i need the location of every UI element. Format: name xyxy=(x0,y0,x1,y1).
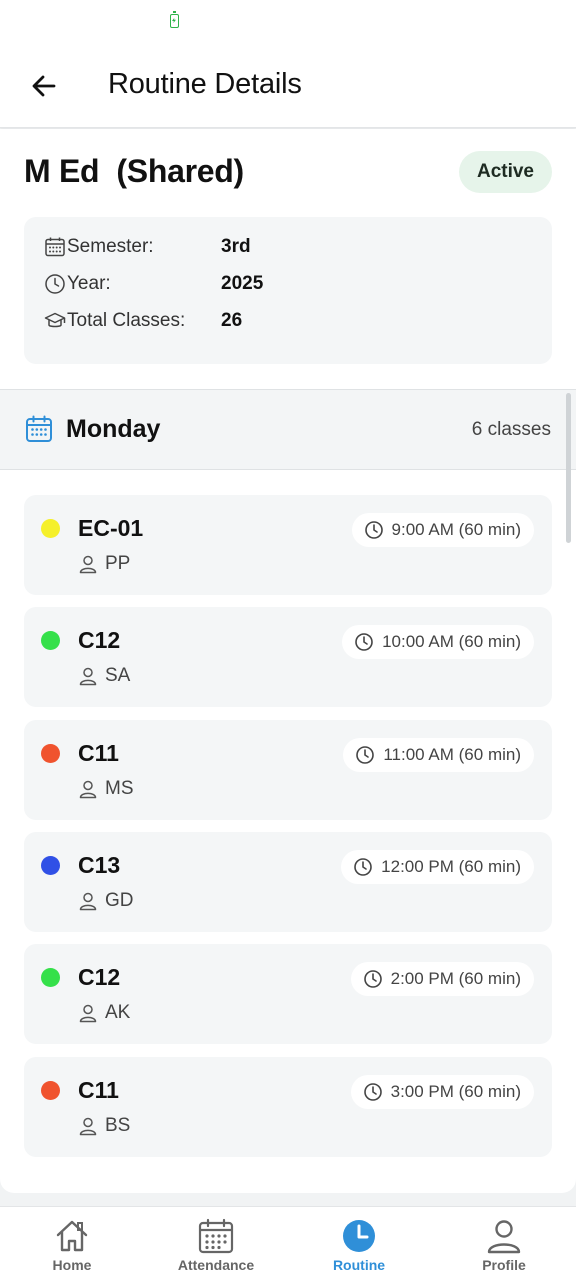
teacher-initials: BS xyxy=(105,1115,131,1136)
year-label: Year: xyxy=(67,273,111,294)
semester-value: 3rd xyxy=(221,236,251,257)
day-header[interactable]: Monday 6 classes xyxy=(0,390,576,470)
nav-label: Routine xyxy=(332,1257,386,1273)
nav-label: Home xyxy=(52,1257,92,1273)
teacher: BS xyxy=(78,1115,130,1137)
semester-label: Semester: xyxy=(67,236,154,257)
time-pill: 11:00 AM (60 min) xyxy=(343,738,534,772)
class-code: C11 xyxy=(78,1077,119,1103)
scrollbar[interactable] xyxy=(566,393,571,543)
class-card[interactable]: C12 AK 2:00 PM (60 min) xyxy=(24,944,552,1044)
person-icon xyxy=(78,891,98,911)
clock-icon xyxy=(340,1217,378,1255)
class-card[interactable]: C13 GD 12:00 PM (60 min) xyxy=(24,832,552,932)
class-time: 10:00 AM (60 min) xyxy=(382,632,521,651)
teacher-initials: AK xyxy=(105,1002,131,1023)
clock-icon xyxy=(353,857,373,877)
total-classes-label: Total Classes: xyxy=(67,310,186,331)
graduation-cap-icon xyxy=(44,310,66,332)
class-color-dot xyxy=(41,519,60,538)
time-pill: 12:00 PM (60 min) xyxy=(341,850,534,884)
routine-content: M Ed (Shared) Active Semester: 3rd Year:… xyxy=(0,129,576,1193)
clock-icon xyxy=(354,632,374,652)
class-code: C12 xyxy=(78,964,121,990)
status-bar xyxy=(0,0,576,44)
routine-name: M Ed (Shared) xyxy=(24,153,244,189)
class-time: 12:00 PM (60 min) xyxy=(381,857,521,876)
clock-icon xyxy=(355,745,375,765)
class-code: C11 xyxy=(78,740,119,766)
teacher: PP xyxy=(78,553,130,575)
battery-icon xyxy=(170,11,179,28)
time-pill: 3:00 PM (60 min) xyxy=(350,1075,534,1109)
calendar-icon xyxy=(44,236,66,258)
class-color-dot xyxy=(41,744,60,763)
page-title: Routine Details xyxy=(108,68,302,100)
nav-label: Attendance xyxy=(177,1257,255,1273)
nav-home[interactable]: Home xyxy=(0,1207,144,1280)
class-color-dot xyxy=(41,631,60,650)
teacher: GD xyxy=(78,890,134,912)
year-value: 2025 xyxy=(221,273,264,294)
class-time: 3:00 PM (60 min) xyxy=(390,1082,521,1101)
home-icon xyxy=(53,1217,91,1255)
clock-icon xyxy=(44,273,66,295)
class-time: 2:00 PM (60 min) xyxy=(390,969,521,988)
nav-routine[interactable]: Routine xyxy=(287,1207,431,1280)
day-name: Monday xyxy=(66,415,161,443)
person-icon xyxy=(78,554,98,574)
year-row: Year: 2025 xyxy=(44,271,263,297)
calendar-icon xyxy=(197,1217,235,1255)
teacher: SA xyxy=(78,665,130,687)
nav-attendance[interactable]: Attendance xyxy=(144,1207,288,1280)
class-time: 9:00 AM (60 min) xyxy=(391,520,521,539)
calendar-icon xyxy=(26,415,52,442)
nav-profile[interactable]: Profile xyxy=(432,1207,576,1280)
nav-label: Profile xyxy=(482,1257,526,1273)
time-pill: 2:00 PM (60 min) xyxy=(350,962,534,996)
time-pill: 10:00 AM (60 min) xyxy=(342,625,534,659)
person-icon xyxy=(78,1003,98,1023)
teacher: MS xyxy=(78,778,134,800)
back-button[interactable] xyxy=(24,66,64,106)
time-pill: 9:00 AM (60 min) xyxy=(351,513,534,547)
routine-header: M Ed (Shared) Active xyxy=(24,151,552,197)
class-card[interactable]: C12 SA 10:00 AM (60 min) xyxy=(24,607,552,707)
class-card[interactable]: C11 BS 3:00 PM (60 min) xyxy=(24,1057,552,1157)
teacher-initials: SA xyxy=(105,665,131,686)
class-color-dot xyxy=(41,968,60,987)
class-card[interactable]: EC-01 PP 9:00 AM (60 min) xyxy=(24,495,552,595)
total-classes-value: 26 xyxy=(221,310,243,331)
teacher-initials: GD xyxy=(105,890,134,911)
class-color-dot xyxy=(41,856,60,875)
class-code: C12 xyxy=(78,627,121,653)
teacher: AK xyxy=(78,1002,130,1024)
class-card[interactable]: C11 MS 11:00 AM (60 min) xyxy=(24,720,552,820)
class-count: 6 classes xyxy=(471,419,551,440)
semester-row: Semester: 3rd xyxy=(44,234,251,260)
person-icon xyxy=(78,779,98,799)
teacher-initials: PP xyxy=(105,553,131,574)
person-icon xyxy=(78,1116,98,1136)
clock-icon xyxy=(363,1082,383,1102)
person-icon xyxy=(485,1217,523,1255)
back-arrow-icon xyxy=(32,75,56,97)
clock-icon xyxy=(364,520,384,540)
class-time: 11:00 AM (60 min) xyxy=(383,745,521,764)
routine-info-card: Semester: 3rd Year: 2025 Total Classes: … xyxy=(24,217,552,364)
status-badge: Active xyxy=(458,151,552,193)
app-bar: Routine Details xyxy=(0,44,576,128)
class-code: EC-01 xyxy=(78,515,144,541)
total-classes-row: Total Classes: 26 xyxy=(44,308,242,334)
clock-icon xyxy=(363,969,383,989)
class-code: C13 xyxy=(78,852,121,878)
class-color-dot xyxy=(41,1081,60,1100)
teacher-initials: MS xyxy=(105,778,134,799)
person-icon xyxy=(78,666,98,686)
bottom-nav: Home Attendance Routine Profile xyxy=(0,1206,576,1280)
